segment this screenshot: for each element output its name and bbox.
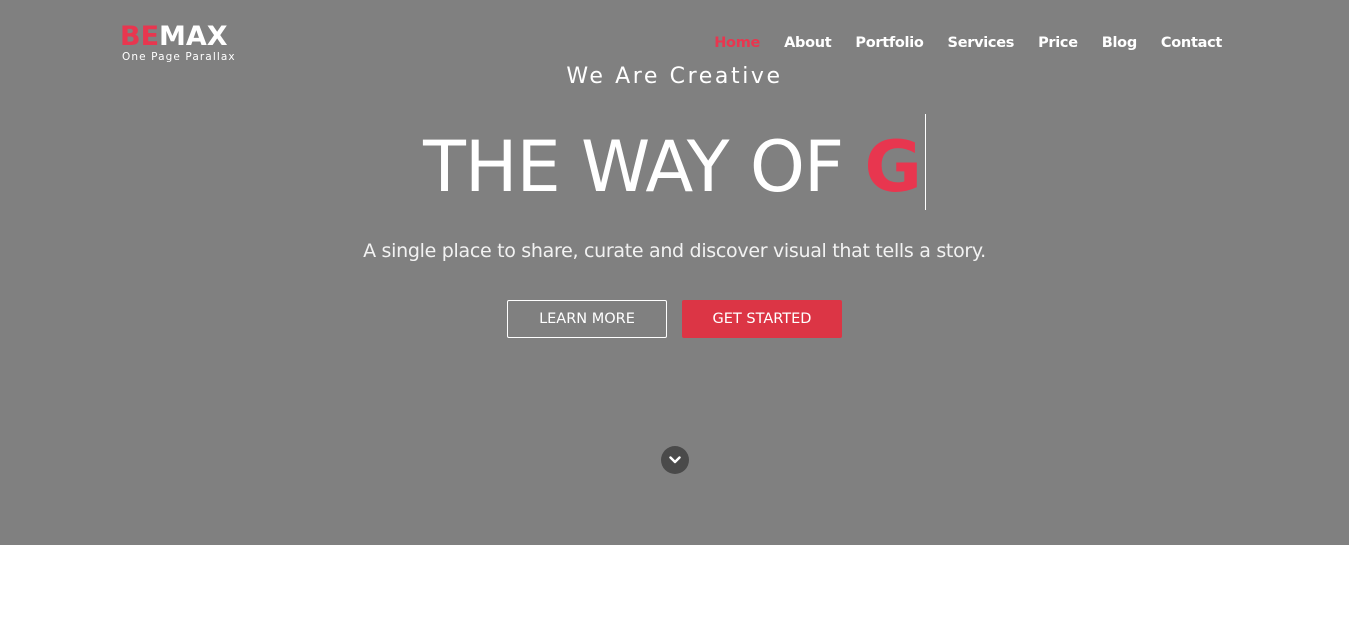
logo-rest: MAX bbox=[159, 21, 228, 52]
nav-item-contact[interactable]: Contact bbox=[1161, 34, 1222, 52]
chevron-down-icon bbox=[669, 456, 681, 464]
nav-item-about[interactable]: About bbox=[784, 34, 832, 52]
headline-typed-text: G bbox=[864, 126, 921, 208]
nav-item-blog[interactable]: Blog bbox=[1102, 34, 1137, 52]
scroll-down-button[interactable] bbox=[661, 446, 689, 474]
logo[interactable]: BEMAX One Page Parallax bbox=[120, 21, 250, 63]
hero-tagline: A single place to share, curate and disc… bbox=[363, 240, 986, 262]
hero-headline: THE WAY OF G bbox=[0, 114, 1349, 210]
nav-item-services[interactable]: Services bbox=[948, 34, 1015, 52]
nav-item-home[interactable]: Home bbox=[714, 34, 760, 52]
headline-static-text: THE WAY OF bbox=[423, 126, 865, 208]
typing-caret bbox=[924, 114, 926, 210]
main-nav: Home About Portfolio Services Price Blog… bbox=[690, 34, 1222, 52]
hero-subtitle: We Are Creative bbox=[566, 64, 783, 89]
logo-accent: BE bbox=[120, 21, 160, 52]
nav-item-price[interactable]: Price bbox=[1038, 34, 1078, 52]
logo-wordmark: BEMAX bbox=[120, 21, 250, 52]
nav-item-portfolio[interactable]: Portfolio bbox=[855, 34, 923, 52]
get-started-button[interactable]: GET STARTED bbox=[682, 300, 842, 338]
hero-section: BEMAX One Page Parallax Home About Portf… bbox=[0, 0, 1349, 545]
learn-more-button[interactable]: LEARN MORE bbox=[507, 300, 667, 338]
